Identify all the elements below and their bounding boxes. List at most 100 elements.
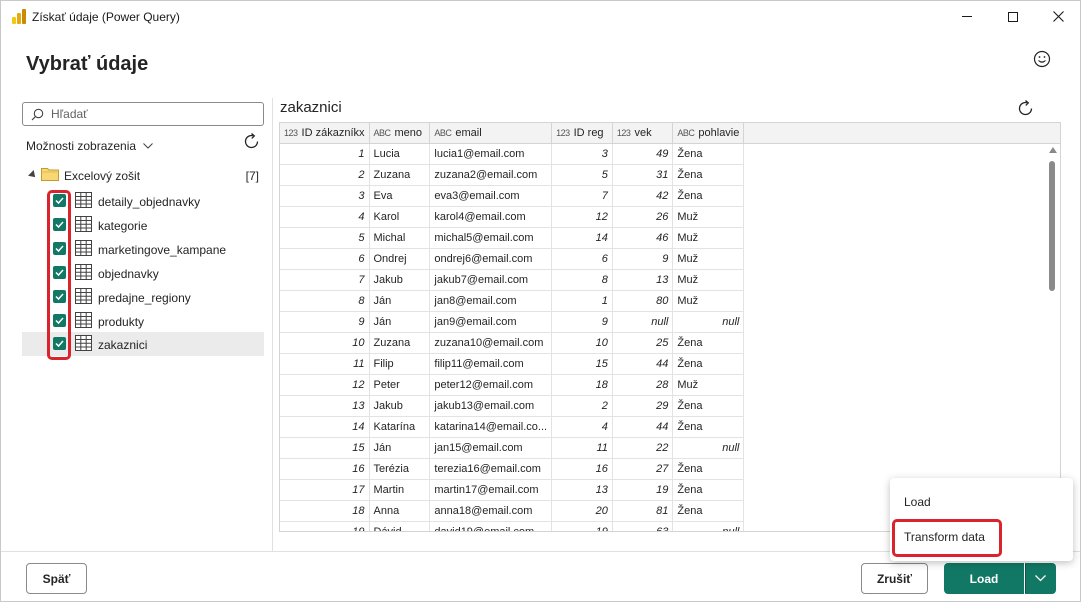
table-cell[interactable]: 9: [612, 248, 674, 270]
table-cell[interactable]: Zuzana: [369, 332, 431, 354]
table-cell[interactable]: 10: [551, 332, 613, 354]
table-cell[interactable]: 1: [551, 290, 613, 312]
table-cell[interactable]: 9: [280, 311, 370, 333]
table-cell[interactable]: 20: [551, 500, 613, 522]
table-cell[interactable]: 42: [612, 185, 674, 207]
table-cell[interactable]: anna18@email.com: [429, 500, 553, 522]
table-cell[interactable]: 3: [551, 143, 613, 165]
table-cell[interactable]: 6: [551, 248, 613, 270]
table-cell[interactable]: 44: [612, 416, 674, 438]
table-cell[interactable]: Žena: [672, 164, 745, 186]
table-cell[interactable]: 13: [280, 395, 370, 417]
close-button[interactable]: [1035, 1, 1081, 32]
table-cell[interactable]: 31: [612, 164, 674, 186]
table-cell[interactable]: michal5@email.com: [429, 227, 553, 249]
table-cell[interactable]: 2: [551, 395, 613, 417]
table-cell[interactable]: 9: [551, 311, 613, 333]
table-cell[interactable]: 6: [280, 248, 370, 270]
table-cell[interactable]: 46: [612, 227, 674, 249]
table-cell[interactable]: 16: [280, 458, 370, 480]
table-cell[interactable]: Žena: [672, 332, 745, 354]
table-cell[interactable]: Jakub: [369, 269, 431, 291]
maximize-button[interactable]: [990, 1, 1036, 32]
table-cell[interactable]: Jakub: [369, 395, 431, 417]
table-cell[interactable]: 15: [551, 353, 613, 375]
column-header[interactable]: 123 vek: [612, 123, 674, 144]
table-cell[interactable]: Žena: [672, 416, 745, 438]
table-cell[interactable]: 49: [612, 143, 674, 165]
table-cell[interactable]: Muž: [672, 206, 745, 228]
table-cell[interactable]: 7: [280, 269, 370, 291]
table-cell[interactable]: 22: [612, 437, 674, 459]
table-cell[interactable]: 2: [280, 164, 370, 186]
preview-grid[interactable]: 123 ID zákazníkx ABC meno ABC email 123 ID r…: [279, 122, 1061, 532]
table-cell[interactable]: Žena: [672, 458, 745, 480]
table-cell[interactable]: jan15@email.com: [429, 437, 553, 459]
table-cell[interactable]: 1: [280, 143, 370, 165]
table-cell[interactable]: Karol: [369, 206, 431, 228]
table-cell[interactable]: 4: [551, 416, 613, 438]
cancel-button[interactable]: Zrušiť: [861, 563, 928, 594]
table-cell[interactable]: Anna: [369, 500, 431, 522]
table-cell[interactable]: martin17@email.com: [429, 479, 553, 501]
scroll-thumb[interactable]: [1049, 161, 1055, 291]
table-cell[interactable]: 15: [280, 437, 370, 459]
table-cell[interactable]: 19: [551, 521, 613, 531]
table-cell[interactable]: Lucia: [369, 143, 431, 165]
table-cell[interactable]: jakub13@email.com: [429, 395, 553, 417]
table-cell[interactable]: david19@email.com: [429, 521, 553, 531]
table-cell[interactable]: 12: [551, 206, 613, 228]
tree-root-excel-workbook[interactable]: Excelový zošit [7]: [22, 166, 264, 186]
table-cell[interactable]: 7: [551, 185, 613, 207]
table-cell[interactable]: 27: [612, 458, 674, 480]
table-cell[interactable]: 25: [612, 332, 674, 354]
table-cell[interactable]: Žena: [672, 353, 745, 375]
table-cell[interactable]: 11: [551, 437, 613, 459]
table-cell[interactable]: Muž: [672, 269, 745, 291]
table-cell[interactable]: Muž: [672, 290, 745, 312]
search-input[interactable]: [51, 105, 256, 123]
table-cell[interactable]: Žena: [672, 500, 745, 522]
table-cell[interactable]: katarina14@email.co...: [429, 416, 553, 438]
table-cell[interactable]: 16: [551, 458, 613, 480]
pane-divider[interactable]: [272, 98, 273, 551]
table-cell[interactable]: Muž: [672, 227, 745, 249]
table-cell[interactable]: 10: [280, 332, 370, 354]
table-cell[interactable]: 14: [551, 227, 613, 249]
table-cell[interactable]: jan8@email.com: [429, 290, 553, 312]
table-cell[interactable]: 11: [280, 353, 370, 375]
table-cell[interactable]: ondrej6@email.com: [429, 248, 553, 270]
view-options-dropdown[interactable]: Možnosti zobrazenia: [26, 139, 153, 153]
refresh-icon[interactable]: [242, 132, 261, 151]
table-cell[interactable]: 44: [612, 353, 674, 375]
menu-item-load[interactable]: Load: [890, 487, 1073, 517]
table-cell[interactable]: Muž: [672, 248, 745, 270]
table-cell[interactable]: 26: [612, 206, 674, 228]
vertical-scrollbar[interactable]: [1047, 147, 1059, 532]
column-header[interactable]: ABC pohlavie: [672, 123, 745, 144]
table-cell[interactable]: Zuzana: [369, 164, 431, 186]
table-cell[interactable]: 14: [280, 416, 370, 438]
column-header[interactable]: ABC meno: [369, 123, 431, 144]
table-cell[interactable]: 18: [280, 500, 370, 522]
table-cell[interactable]: Ján: [369, 311, 431, 333]
table-cell[interactable]: Žena: [672, 479, 745, 501]
table-cell[interactable]: lucia1@email.com: [429, 143, 553, 165]
table-cell[interactable]: 19: [280, 521, 370, 531]
table-cell[interactable]: zuzana10@email.com: [429, 332, 553, 354]
table-cell[interactable]: 13: [612, 269, 674, 291]
table-cell[interactable]: 8: [551, 269, 613, 291]
table-cell[interactable]: null: [672, 437, 745, 459]
table-cell[interactable]: Martin: [369, 479, 431, 501]
table-cell[interactable]: eva3@email.com: [429, 185, 553, 207]
table-cell[interactable]: 80: [612, 290, 674, 312]
table-cell[interactable]: 5: [280, 227, 370, 249]
table-cell[interactable]: 29: [612, 395, 674, 417]
table-cell[interactable]: Michal: [369, 227, 431, 249]
table-cell[interactable]: 17: [280, 479, 370, 501]
table-cell[interactable]: filip11@email.com: [429, 353, 553, 375]
table-cell[interactable]: Žena: [672, 185, 745, 207]
table-cell[interactable]: 19: [612, 479, 674, 501]
table-cell[interactable]: Peter: [369, 374, 431, 396]
table-cell[interactable]: jan9@email.com: [429, 311, 553, 333]
